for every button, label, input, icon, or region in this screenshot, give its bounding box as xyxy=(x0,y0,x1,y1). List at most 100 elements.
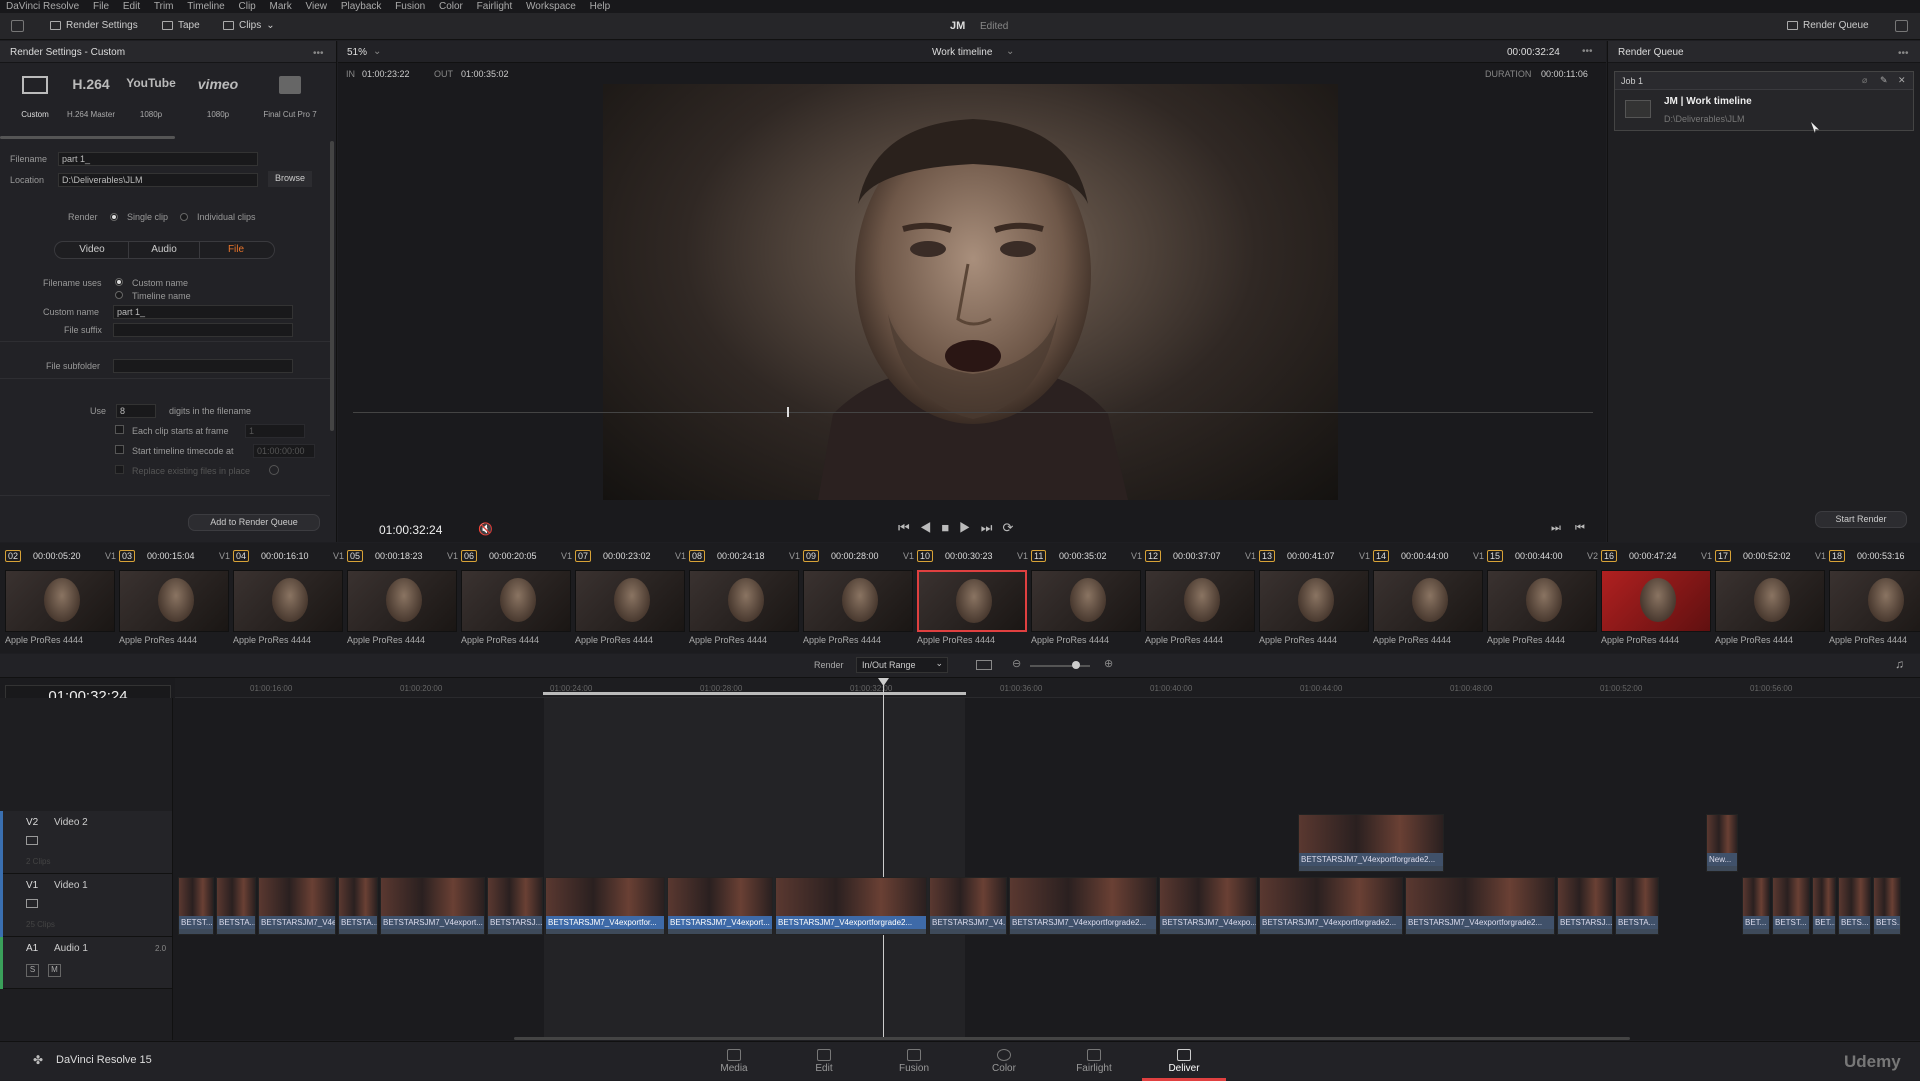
timeline-clip[interactable]: BETSTARSJM7_V4export... xyxy=(667,877,773,935)
chevron-down-icon[interactable]: ⌄ xyxy=(1006,46,1014,57)
timeline-clip[interactable]: BETSTARSJM7_V4exportforgrade2... xyxy=(1405,877,1555,935)
solo-button[interactable]: S xyxy=(26,964,39,977)
timeline-clip[interactable]: BETSTARSJM7_V4ex... xyxy=(258,877,336,935)
clip-thumbnail[interactable] xyxy=(119,570,229,632)
clip-thumbnail[interactable] xyxy=(689,570,799,632)
track-header-v2[interactable]: V2 Video 2 2 Clips xyxy=(0,811,173,874)
render-range-select[interactable]: In/Out Range ⌄ xyxy=(856,657,948,673)
clip-thumbnail[interactable] xyxy=(1487,570,1597,632)
track-name[interactable]: Audio 1 xyxy=(54,943,88,954)
panel-toggle-icon[interactable] xyxy=(11,20,24,32)
timeline-clip[interactable]: BETSTARSJM7_V4export... xyxy=(380,877,485,935)
play-icon[interactable]: ▶ xyxy=(959,520,981,535)
timeline-clip[interactable]: BETSTARSJ... xyxy=(487,877,543,935)
previous-edit-icon[interactable]: ⏮ xyxy=(1575,522,1585,535)
timeline-clip[interactable]: New... xyxy=(1706,814,1738,872)
timeline-clip[interactable]: BETST... xyxy=(1772,877,1810,935)
more-options-icon[interactable]: ••• xyxy=(313,48,324,59)
menu-playback[interactable]: Playback xyxy=(341,1,382,12)
audio-meter-icon[interactable]: ♫ xyxy=(1895,657,1904,671)
start-render-button[interactable]: Start Render xyxy=(1815,511,1907,528)
zoom-slider-handle[interactable] xyxy=(1072,661,1080,669)
preset-final-cut[interactable]: Final Cut Pro 7 xyxy=(255,63,325,133)
panel-toggle-right-icon[interactable] xyxy=(1895,20,1908,32)
clip-thumbnail[interactable] xyxy=(1031,570,1141,632)
track-name[interactable]: Video 2 xyxy=(54,817,88,828)
more-options-icon[interactable]: ••• xyxy=(1582,46,1593,57)
clips-button[interactable]: Clips ⌄ xyxy=(223,20,275,31)
timeline-ruler[interactable]: 01:00:16:00 01:00:20:00 01:00:24:00 01:00:2… xyxy=(175,678,1920,698)
timeline-clip[interactable]: BET... xyxy=(1742,877,1770,935)
timeline-name-radio[interactable] xyxy=(115,291,123,299)
start-tc-input[interactable]: 01:00:00:00 xyxy=(253,444,315,458)
menu-fusion[interactable]: Fusion xyxy=(395,1,425,12)
individual-clips-radio[interactable] xyxy=(180,213,188,221)
clip-thumbnail[interactable] xyxy=(233,570,343,632)
timeline-clip[interactable]: BETS... xyxy=(1838,877,1871,935)
menu-fairlight[interactable]: Fairlight xyxy=(477,1,513,12)
next-edit-icon[interactable]: ⏭ xyxy=(1551,522,1561,535)
clip-thumbnail[interactable] xyxy=(1259,570,1369,632)
info-icon[interactable] xyxy=(269,465,279,475)
menu-edit[interactable]: Edit xyxy=(123,1,140,12)
timeline-clip[interactable]: BETSTARSJM7_V4exportforgrade2... xyxy=(1009,877,1157,935)
menu-workspace[interactable]: Workspace xyxy=(526,1,576,12)
link-icon[interactable]: ⌀ xyxy=(1862,75,1867,86)
menu-help[interactable]: Help xyxy=(590,1,611,12)
chevron-down-icon[interactable]: ⌄ xyxy=(373,46,381,57)
timeline-clip[interactable]: BETSTARSJM7_V4exportforgrade2... xyxy=(1259,877,1403,935)
timeline-clip[interactable]: BETSTARSJM7_V4exportforgrade2... xyxy=(775,877,927,935)
zoom-select[interactable]: 51% xyxy=(347,47,367,58)
page-deliver[interactable]: Deliver xyxy=(1154,1049,1214,1074)
preset-scrollbar[interactable] xyxy=(0,136,175,139)
browse-button[interactable]: Browse xyxy=(268,171,312,187)
timeline-clip[interactable]: BETSTARSJM7_V4exportforgrade2... xyxy=(1298,814,1444,872)
timeline-view-icon[interactable] xyxy=(976,660,992,670)
zoom-slider[interactable] xyxy=(1030,665,1090,667)
clip-thumbnail[interactable] xyxy=(1145,570,1255,632)
menu-timeline[interactable]: Timeline xyxy=(187,1,224,12)
timeline-clip[interactable]: BET... xyxy=(1812,877,1836,935)
clip-thumbnail[interactable] xyxy=(461,570,571,632)
playhead[interactable] xyxy=(883,678,884,1040)
menu-color[interactable]: Color xyxy=(439,1,463,12)
zoom-in-icon[interactable]: ⊕ xyxy=(1104,657,1113,670)
timeline-scrollbar[interactable] xyxy=(514,1037,1630,1040)
timeline-clip[interactable]: BETSTARSJM7_V4exportfor... xyxy=(545,877,665,935)
zoom-out-icon[interactable]: ⊖ xyxy=(1012,657,1021,670)
panel-scrollbar[interactable] xyxy=(330,141,334,431)
page-fusion[interactable]: Fusion xyxy=(884,1049,944,1074)
clip-thumbnail[interactable] xyxy=(1715,570,1825,632)
stop-icon[interactable]: ■ xyxy=(941,520,959,535)
go-to-end-icon[interactable]: ⏭ xyxy=(981,520,1003,535)
clip-thumbnail[interactable] xyxy=(1601,570,1711,632)
mute-button[interactable]: M xyxy=(48,964,61,977)
menu-mark[interactable]: Mark xyxy=(270,1,292,12)
clip-thumbnail[interactable] xyxy=(1829,570,1920,632)
loop-icon[interactable]: ⟳ xyxy=(1002,520,1023,535)
preset-vimeo[interactable]: vimeo 1080p xyxy=(183,63,253,133)
timeline-clip[interactable]: BETSTA... xyxy=(216,877,256,935)
add-to-render-queue-button[interactable]: Add to Render Queue xyxy=(188,514,320,531)
timeline-clip[interactable]: BETST... xyxy=(178,877,214,935)
scrubber-track[interactable] xyxy=(353,412,1593,413)
render-settings-button[interactable]: Render Settings xyxy=(50,20,138,31)
menu-file[interactable]: File xyxy=(93,1,109,12)
step-back-icon[interactable]: ◀ xyxy=(920,520,942,535)
clip-thumbnail[interactable] xyxy=(5,570,115,632)
render-job[interactable]: Job 1 ⌀ ✎ ✕ JM | Work timeline D:\Delive… xyxy=(1614,71,1914,131)
timeline-clip[interactable]: BETSTARSJ... xyxy=(1557,877,1613,935)
page-fairlight[interactable]: Fairlight xyxy=(1064,1049,1124,1074)
menu-clip[interactable]: Clip xyxy=(239,1,256,12)
menu-trim[interactable]: Trim xyxy=(154,1,174,12)
each-clip-frame-input[interactable]: 1 xyxy=(245,424,305,438)
edit-icon[interactable]: ✎ xyxy=(1880,75,1888,86)
timeline-clip[interactable]: BETSTA... xyxy=(1615,877,1659,935)
file-subfolder-input[interactable] xyxy=(113,359,293,373)
replace-checkbox[interactable] xyxy=(115,465,124,474)
menu-view[interactable]: View xyxy=(306,1,328,12)
scrubber-playhead[interactable] xyxy=(787,407,789,417)
render-queue-button[interactable]: Render Queue xyxy=(1787,20,1869,31)
timeline-clip[interactable]: BETSTA... xyxy=(338,877,378,935)
start-tc-checkbox[interactable] xyxy=(115,445,124,454)
